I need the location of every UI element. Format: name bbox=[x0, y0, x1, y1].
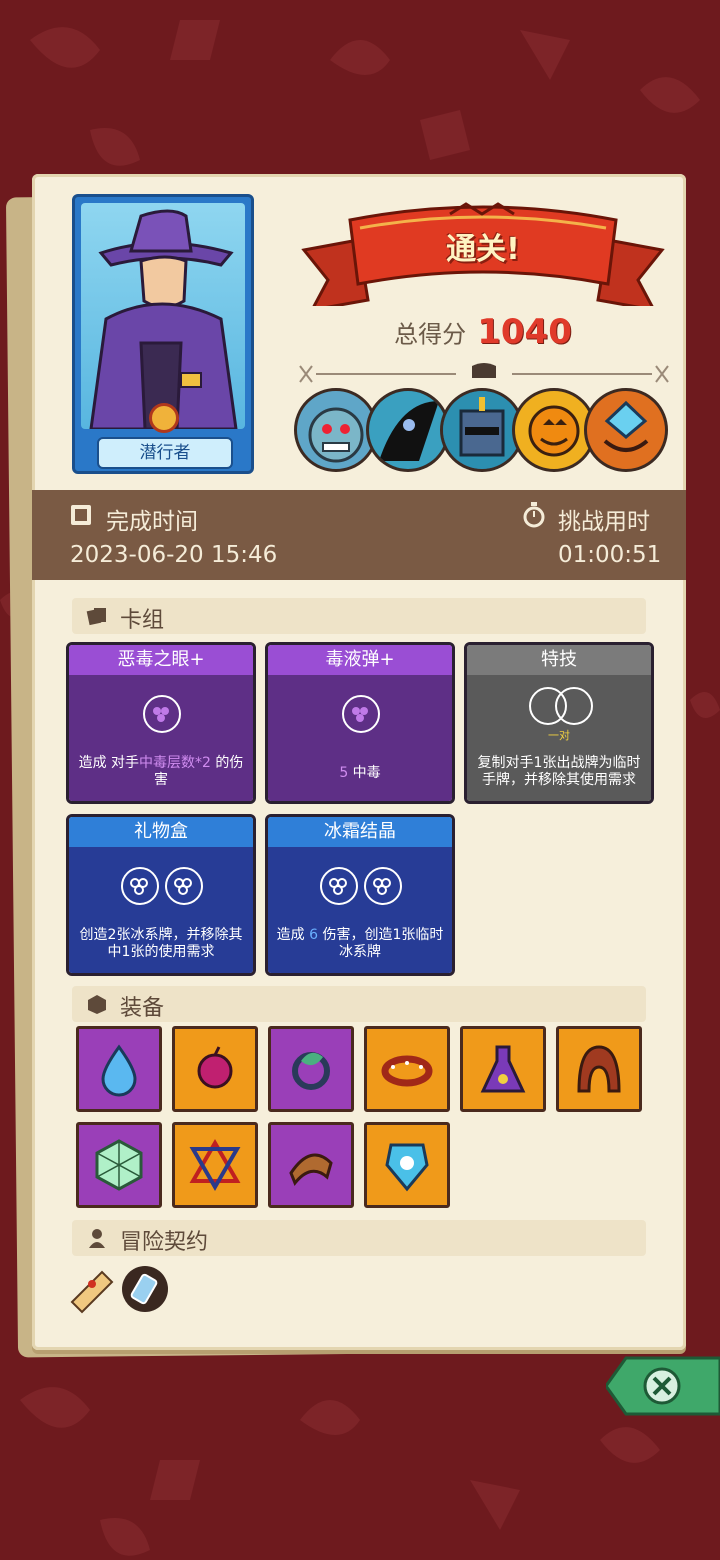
score-label: 总得分 bbox=[394, 320, 467, 349]
equipment-slot[interactable] bbox=[556, 1026, 642, 1112]
hexagram-amulet-icon bbox=[189, 1139, 241, 1191]
card-venom-bullet[interactable]: 毒液弹+ 5 中毒 bbox=[265, 642, 455, 804]
hero-card: 潜行者 bbox=[72, 194, 254, 474]
deck-section-header: 卡组 bbox=[72, 598, 646, 634]
leaf-ring-icon bbox=[292, 1052, 330, 1090]
card-name: 恶毒之眼+ bbox=[69, 645, 253, 675]
person-icon bbox=[89, 1229, 105, 1248]
card-description: 造成 6 伤害，创造1张临时冰系牌 bbox=[272, 927, 448, 961]
close-button[interactable] bbox=[604, 1356, 720, 1416]
victory-banner: 通关! bbox=[300, 200, 666, 313]
d20-dice-icon bbox=[95, 1139, 143, 1191]
contract-title: 冒险契约 bbox=[120, 1230, 209, 1255]
card-evil-eye[interactable]: 恶毒之眼+ 造成 对手中毒层数*2 的伤害 bbox=[66, 642, 256, 804]
empty-slot-icon bbox=[555, 687, 593, 725]
equipment-title: 装备 bbox=[120, 996, 165, 1021]
equipment-slot[interactable] bbox=[76, 1122, 162, 1208]
victory-title: 通关! bbox=[446, 232, 520, 267]
card-name: 特技 bbox=[467, 645, 651, 675]
card-desc-mid: 伤害，创造1张临时 bbox=[318, 927, 444, 943]
card-gift-box[interactable]: 礼物盒 创造2张冰系牌，并移除其中1张的使用需求 bbox=[66, 814, 256, 976]
card-description: 复制对手1张出战牌为临时手牌，并移除其使用需求 bbox=[477, 755, 641, 788]
rogue-portrait-icon bbox=[89, 209, 238, 429]
defeated-bosses bbox=[294, 388, 674, 478]
card-desc-prefix: 造成 对手 bbox=[78, 755, 140, 771]
card-stunt[interactable]: 特技 一对 复制对手1张出战牌为临时手牌，并移除其使用需求 bbox=[464, 642, 654, 804]
leather-bracer-icon bbox=[289, 1153, 333, 1186]
poison-orb-icon bbox=[143, 695, 181, 733]
box-icon bbox=[88, 995, 106, 1014]
film-icon bbox=[71, 505, 91, 525]
poison-apple-icon bbox=[197, 1046, 233, 1089]
card-name: 冰霜结晶 bbox=[268, 817, 452, 847]
stopwatch-icon bbox=[523, 502, 545, 528]
card-description: 造成 对手中毒层数*2 的伤害 bbox=[73, 755, 249, 789]
spiked-collar-icon bbox=[381, 1055, 433, 1087]
boss-shadow-icon bbox=[366, 388, 450, 472]
equipment-slot[interactable] bbox=[460, 1026, 546, 1112]
card-description: 创造2张冰系牌，并移除其中1张的使用需求 bbox=[79, 927, 243, 960]
score-value: 1040 bbox=[477, 312, 572, 352]
water-drop-icon bbox=[101, 1044, 137, 1097]
cards-icon bbox=[86, 608, 106, 626]
equipment-slot[interactable] bbox=[172, 1026, 258, 1112]
equipment-slot[interactable] bbox=[364, 1122, 450, 1208]
hero-portrait bbox=[81, 203, 245, 429]
finish-time-value: 2023-06-20 15:46 bbox=[70, 542, 278, 568]
equipment-slot[interactable] bbox=[268, 1026, 354, 1112]
equipment-slot[interactable] bbox=[268, 1122, 354, 1208]
contract-section-header: 冒险契约 bbox=[72, 1220, 646, 1256]
hood-icon bbox=[577, 1045, 621, 1093]
equipment-section-header: 装备 bbox=[72, 986, 646, 1022]
ice-orb-icon bbox=[165, 867, 203, 905]
deck-title: 卡组 bbox=[120, 608, 165, 633]
hero-name: 潜行者 bbox=[97, 437, 233, 469]
poison-orb-icon bbox=[342, 695, 380, 733]
time-bar: 完成时间 2023-06-20 15:46 挑战用时 01:00:51 bbox=[32, 490, 686, 580]
ice-orb-icon bbox=[320, 867, 358, 905]
skull-divider bbox=[299, 363, 669, 383]
card-desc-value: 6 bbox=[309, 927, 318, 943]
challenge-time-label: 挑战用时 bbox=[558, 509, 650, 535]
card-name: 毒液弹+ bbox=[268, 645, 452, 675]
card-desc-prefix: 造成 bbox=[276, 927, 310, 943]
close-icon bbox=[604, 1356, 720, 1416]
eye-flask-icon bbox=[480, 1045, 526, 1093]
scroll-icon[interactable] bbox=[66, 1262, 118, 1314]
card-name: 礼物盒 bbox=[69, 817, 253, 847]
equipment-slot[interactable] bbox=[364, 1026, 450, 1112]
finish-time-label: 完成时间 bbox=[106, 509, 198, 535]
frost-shield-icon bbox=[385, 1143, 429, 1192]
ice-orb-icon bbox=[121, 867, 159, 905]
card-frost-crystal[interactable]: 冰霜结晶 造成 6 伤害，创造1张临时冰系牌 bbox=[265, 814, 455, 976]
equipment-slot[interactable] bbox=[76, 1026, 162, 1112]
card-desc-value: 5 bbox=[339, 765, 349, 781]
challenge-time-value: 01:00:51 bbox=[558, 542, 662, 568]
score-row: 总得分 1040 bbox=[300, 312, 666, 352]
card-description: 5 中毒 bbox=[272, 765, 448, 782]
card-desc-highlight: 中毒层数*2 bbox=[139, 755, 211, 771]
equipment-slot[interactable] bbox=[172, 1122, 258, 1208]
card-desc-suffix: 中毒 bbox=[348, 765, 381, 781]
card-desc-suffix: 冰系牌 bbox=[339, 944, 381, 960]
ice-orb-icon bbox=[364, 867, 402, 905]
boss-golem-icon bbox=[584, 388, 668, 472]
potion-icon[interactable] bbox=[120, 1264, 170, 1314]
slot-label: 一对 bbox=[548, 729, 570, 742]
hero-rank-badge bbox=[149, 403, 179, 433]
